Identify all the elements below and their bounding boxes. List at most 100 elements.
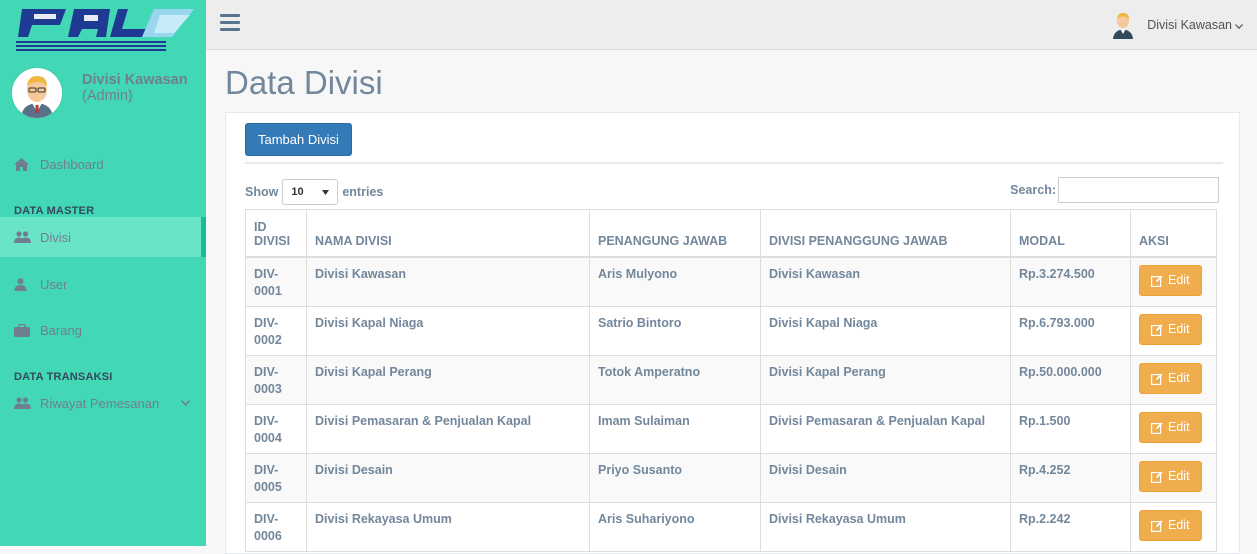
- sidebar-item-label: Divisi: [40, 229, 72, 245]
- edit-icon: [1151, 324, 1163, 336]
- divider: [245, 162, 1223, 164]
- cell-id-divisi: DIV-0001: [245, 256, 307, 307]
- briefcase-icon: [14, 323, 34, 337]
- profile-name: Divisi Kawasan: [82, 72, 188, 88]
- cell-aksi: Edit: [1130, 355, 1217, 405]
- pal-logo[interactable]: [14, 7, 196, 51]
- content-panel: Tambah Divisi Show 10 entries Search: ID…: [225, 112, 1240, 554]
- cell-modal: Rp.50.000.000: [1010, 355, 1131, 405]
- divisi-table: ID DIVISI NAMA DIVISI PENANGUNG JAWAB DI…: [245, 209, 1217, 552]
- cell-penangung-jawab: Priyo Susanto: [589, 453, 761, 503]
- chevron-down-icon: [1235, 18, 1243, 32]
- users-icon: [14, 396, 34, 410]
- edit-button-label: Edit: [1168, 469, 1190, 483]
- cell-nama-divisi: Divisi Desain: [306, 453, 590, 503]
- cell-aksi: Edit: [1130, 404, 1217, 454]
- sidebar-item-label: User: [40, 276, 68, 292]
- cell-id-divisi: DIV-0004: [245, 404, 307, 454]
- cell-nama-divisi: Divisi Kapal Niaga: [306, 306, 590, 356]
- table-search: Search:: [1010, 177, 1219, 203]
- home-icon: [14, 157, 34, 171]
- section-data-transaksi: DATA TRANSAKSI: [14, 371, 113, 383]
- edit-icon: [1151, 422, 1163, 434]
- cell-modal: Rp.3.274.500: [1010, 256, 1131, 307]
- table-row: DIV-0004 Divisi Pemasaran & Penjualan Kap…: [245, 404, 1217, 454]
- edit-button[interactable]: Edit: [1139, 412, 1202, 443]
- column-header-penangung-jawab[interactable]: PENANGUNG JAWAB: [589, 209, 761, 258]
- cell-penangung-jawab: Imam Sulaiman: [589, 404, 761, 454]
- edit-icon: [1151, 275, 1163, 287]
- cell-id-divisi: DIV-0006: [245, 502, 307, 552]
- top-nav: Divisi Kawasan: [206, 0, 1257, 50]
- search-input[interactable]: [1058, 177, 1219, 203]
- table-row: DIV-0003 Divisi Kapal Perang Totok Amperat…: [245, 355, 1217, 405]
- entries-select[interactable]: 10: [282, 179, 339, 205]
- cell-aksi: Edit: [1130, 453, 1217, 503]
- cell-modal: Rp.4.252: [1010, 453, 1131, 503]
- column-header-nama-divisi[interactable]: NAMA DIVISI: [306, 209, 590, 258]
- cell-modal: Rp.1.500: [1010, 404, 1131, 454]
- sidebar-item-divisi[interactable]: Divisi: [0, 217, 206, 257]
- entries-label: entries: [342, 185, 384, 199]
- column-header-modal[interactable]: MODAL: [1010, 209, 1131, 258]
- edit-icon: [1151, 373, 1163, 385]
- edit-button-label: Edit: [1168, 518, 1190, 532]
- cell-modal: Rp.6.793.000: [1010, 306, 1131, 356]
- table-row: DIV-0001 Divisi Kawasan Aris Mulyono Divisi…: [245, 256, 1217, 307]
- cell-divisi-penanggung-jawab: Divisi Kawasan: [760, 256, 1011, 307]
- cell-id-divisi: DIV-0005: [245, 453, 307, 503]
- user-menu[interactable]: Divisi Kawasan: [1111, 11, 1243, 39]
- table-header-row: ID DIVISI NAMA DIVISI PENANGUNG JAWAB DI…: [245, 209, 1217, 258]
- cell-nama-divisi: Divisi Pemasaran & Penjualan Kapal: [306, 404, 590, 454]
- cell-nama-divisi: Divisi Rekayasa Umum: [306, 502, 590, 552]
- table-body: DIV-0001 Divisi Kawasan Aris Mulyono Divisi…: [245, 256, 1217, 552]
- cell-id-divisi: DIV-0003: [245, 355, 307, 405]
- sidebar-item-barang[interactable]: Barang: [0, 310, 206, 350]
- edit-button-label: Edit: [1168, 420, 1190, 434]
- tambah-divisi-button[interactable]: Tambah Divisi: [245, 123, 352, 156]
- column-header-divisi-penanggung-jawab[interactable]: DIVISI PENANGGUNG JAWAB: [760, 209, 1011, 258]
- cell-nama-divisi: Divisi Kawasan: [306, 256, 590, 307]
- cell-penangung-jawab: Aris Suhariyono: [589, 502, 761, 552]
- cell-penangung-jawab: Aris Mulyono: [589, 256, 761, 307]
- cell-divisi-penanggung-jawab: Divisi Rekayasa Umum: [760, 502, 1011, 552]
- cell-aksi: Edit: [1130, 256, 1217, 307]
- user-menu-label: Divisi Kawasan: [1147, 18, 1232, 32]
- avatar: [12, 68, 62, 118]
- edit-icon: [1151, 520, 1163, 532]
- cell-id-divisi: DIV-0002: [245, 306, 307, 356]
- show-label: Show: [245, 185, 279, 199]
- sidebar-item-label: Barang: [40, 322, 82, 338]
- cell-nama-divisi: Divisi Kapal Perang: [306, 355, 590, 405]
- edit-button[interactable]: Edit: [1139, 363, 1202, 394]
- cell-divisi-penanggung-jawab: Divisi Kapal Niaga: [760, 306, 1011, 356]
- sidebar-item-dashboard[interactable]: Dashboard: [0, 144, 206, 184]
- column-header-aksi: AKSI: [1130, 209, 1217, 258]
- user-icon: [14, 277, 34, 291]
- chevron-down-icon: [180, 398, 191, 409]
- edit-button-label: Edit: [1168, 322, 1190, 336]
- edit-button[interactable]: Edit: [1139, 510, 1202, 541]
- table-row: DIV-0002 Divisi Kapal Niaga Satrio Bintoro…: [245, 306, 1217, 356]
- sidebar-item-riwayat-pemesanan[interactable]: Riwayat Pemesanan: [0, 383, 206, 423]
- edit-button-label: Edit: [1168, 371, 1190, 385]
- cell-aksi: Edit: [1130, 502, 1217, 552]
- sidebar-item-label: Riwayat Pemesanan: [40, 395, 160, 411]
- edit-button[interactable]: Edit: [1139, 314, 1202, 345]
- profile-role: (Admin): [82, 88, 133, 104]
- sidebar-item-user[interactable]: User: [0, 264, 206, 304]
- cell-modal: Rp.2.242: [1010, 502, 1131, 552]
- search-label: Search:: [1010, 183, 1056, 197]
- cell-divisi-penanggung-jawab: Divisi Pemasaran & Penjualan Kapal: [760, 404, 1011, 454]
- sidebar: Divisi Kawasan (Admin) Dashboard DATA MA…: [0, 0, 206, 546]
- menu-toggle-icon[interactable]: [220, 14, 240, 35]
- section-data-master: DATA MASTER: [14, 205, 95, 217]
- users-icon: [14, 230, 34, 244]
- table-row: DIV-0006 Divisi Rekayasa Umum Aris Suhariy…: [245, 502, 1217, 552]
- column-header-id-divisi[interactable]: ID DIVISI: [245, 209, 307, 258]
- sidebar-item-label: Dashboard: [40, 156, 104, 172]
- user-avatar-icon: [1111, 11, 1135, 39]
- edit-button[interactable]: Edit: [1139, 265, 1202, 296]
- entries-length-control: Show 10 entries: [245, 179, 383, 205]
- edit-button[interactable]: Edit: [1139, 461, 1202, 492]
